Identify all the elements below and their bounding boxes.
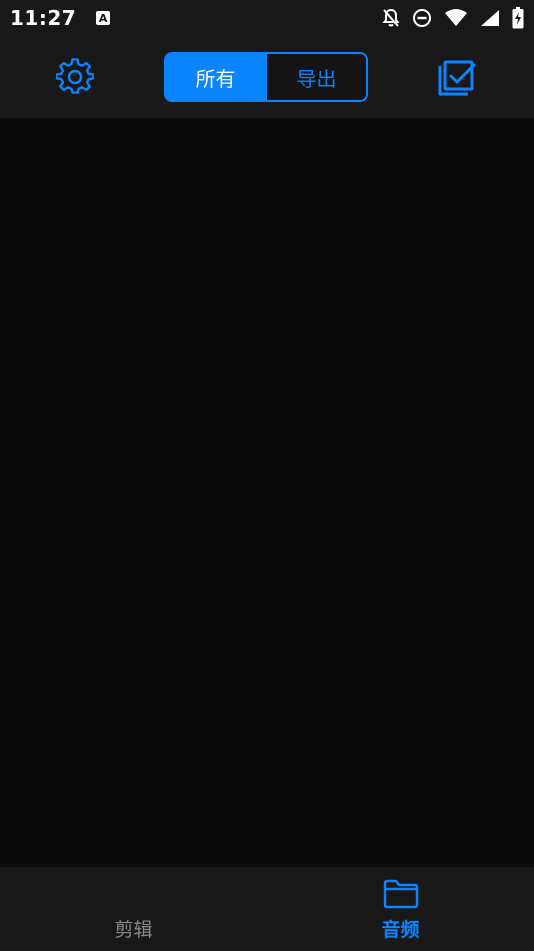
top-toolbar: 所有 导出 <box>0 36 534 118</box>
nav-item-edit[interactable]: 剪辑 <box>0 867 267 951</box>
do-not-disturb-icon <box>412 8 432 28</box>
status-bar: 11:27 A <box>0 0 534 36</box>
status-time: 11:27 <box>10 6 77 30</box>
nav-item-audio-label: 音频 <box>381 919 420 941</box>
signal-icon <box>480 9 500 27</box>
filter-segmented-control: 所有 导出 <box>164 52 368 102</box>
multi-select-check-icon <box>436 60 476 102</box>
nav-item-edit-label: 剪辑 <box>114 919 153 941</box>
multi-select-button[interactable] <box>436 58 476 98</box>
status-icons <box>382 7 524 29</box>
segment-all[interactable]: 所有 <box>166 54 265 100</box>
settings-button[interactable] <box>55 58 95 96</box>
app-screen: 11:27 A 所有 导出 剪辑 音频 <box>0 0 534 951</box>
app-notification-icon: A <box>96 11 111 25</box>
segment-export[interactable]: 导出 <box>265 54 366 100</box>
gear-icon <box>55 58 95 100</box>
nav-item-audio[interactable]: 音频 <box>267 867 534 951</box>
bottom-navigation: 剪辑 音频 <box>0 867 534 951</box>
notifications-off-icon <box>382 8 400 28</box>
battery-charging-icon <box>512 7 524 29</box>
folder-icon <box>383 879 419 913</box>
wifi-icon <box>444 9 468 27</box>
content-area <box>0 118 534 867</box>
